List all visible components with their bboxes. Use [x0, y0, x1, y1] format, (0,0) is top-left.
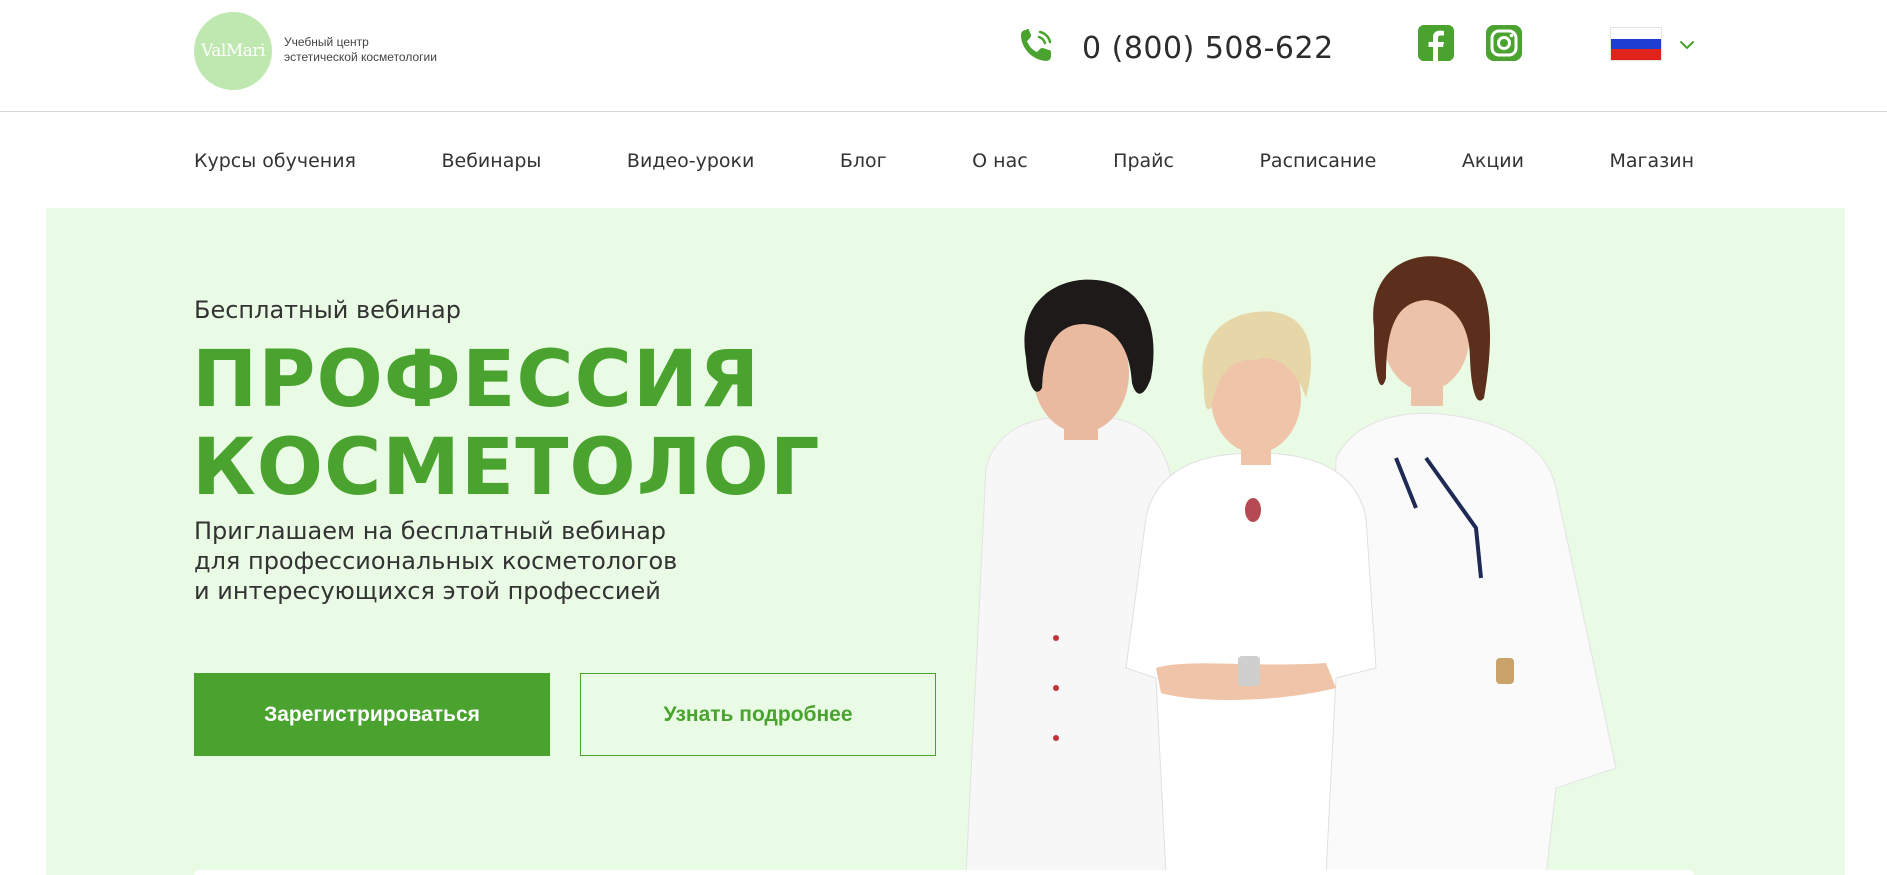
hero-title-line: КОСМЕТОЛОГ [192, 423, 821, 513]
russian-flag-icon[interactable] [1610, 27, 1662, 61]
learn-more-button[interactable]: Узнать подробнее [580, 673, 936, 756]
hero-eyebrow: Бесплатный вебинар [194, 296, 461, 324]
nav-item-webinars[interactable]: Вебинары [441, 150, 541, 184]
logo-tagline: Учебный центр эстетической косметологии [284, 35, 437, 65]
main-nav: Курсы обучения Вебинары Видео-уроки Блог… [194, 150, 1694, 184]
logo-text: ValMari [201, 41, 265, 61]
hero-lead-line: Приглашаем на бесплатный вебинар [194, 517, 667, 545]
hero-title-line: ПРОФЕССИЯ [192, 335, 761, 425]
tagline-line: эстетической косметологии [284, 50, 437, 64]
nav-item-shop[interactable]: Магазин [1609, 150, 1694, 184]
register-button[interactable]: Зарегистрироваться [194, 673, 550, 756]
hero-lead-line: и интересующихся этой профессией [194, 577, 661, 605]
tagline-line: Учебный центр [284, 35, 369, 49]
hero-lead: Приглашаем на бесплатный вебинар для про… [194, 516, 677, 606]
logo[interactable]: ValMari [194, 12, 272, 90]
site-header: ValMari Учебный центр эстетической косме… [0, 0, 1887, 112]
chevron-down-icon[interactable] [1678, 38, 1696, 52]
phone-number[interactable]: 0 (800) 508-622 [1082, 31, 1334, 66]
nav-item-about[interactable]: О нас [972, 150, 1028, 184]
hero-photo-three-cosmetologists [965, 256, 1617, 875]
nav-item-courses[interactable]: Курсы обучения [194, 150, 356, 184]
hero-lead-line: для профессиональных косметологов [194, 547, 678, 575]
nav-item-prices[interactable]: Прайс [1113, 150, 1174, 184]
nav-item-schedule[interactable]: Расписание [1259, 150, 1376, 184]
hero-title: ПРОФЕССИЯ КОСМЕТОЛОГ [192, 336, 821, 512]
phone-icon[interactable] [1018, 26, 1056, 64]
content-card-edge [194, 870, 1694, 875]
nav-item-blog[interactable]: Блог [840, 150, 887, 184]
instagram-icon[interactable] [1486, 25, 1522, 61]
facebook-icon[interactable] [1418, 25, 1454, 61]
hero-section: Бесплатный вебинар ПРОФЕССИЯ КОСМЕТОЛОГ … [46, 208, 1845, 875]
nav-item-promotions[interactable]: Акции [1462, 150, 1524, 184]
nav-item-video-lessons[interactable]: Видео-уроки [627, 150, 754, 184]
